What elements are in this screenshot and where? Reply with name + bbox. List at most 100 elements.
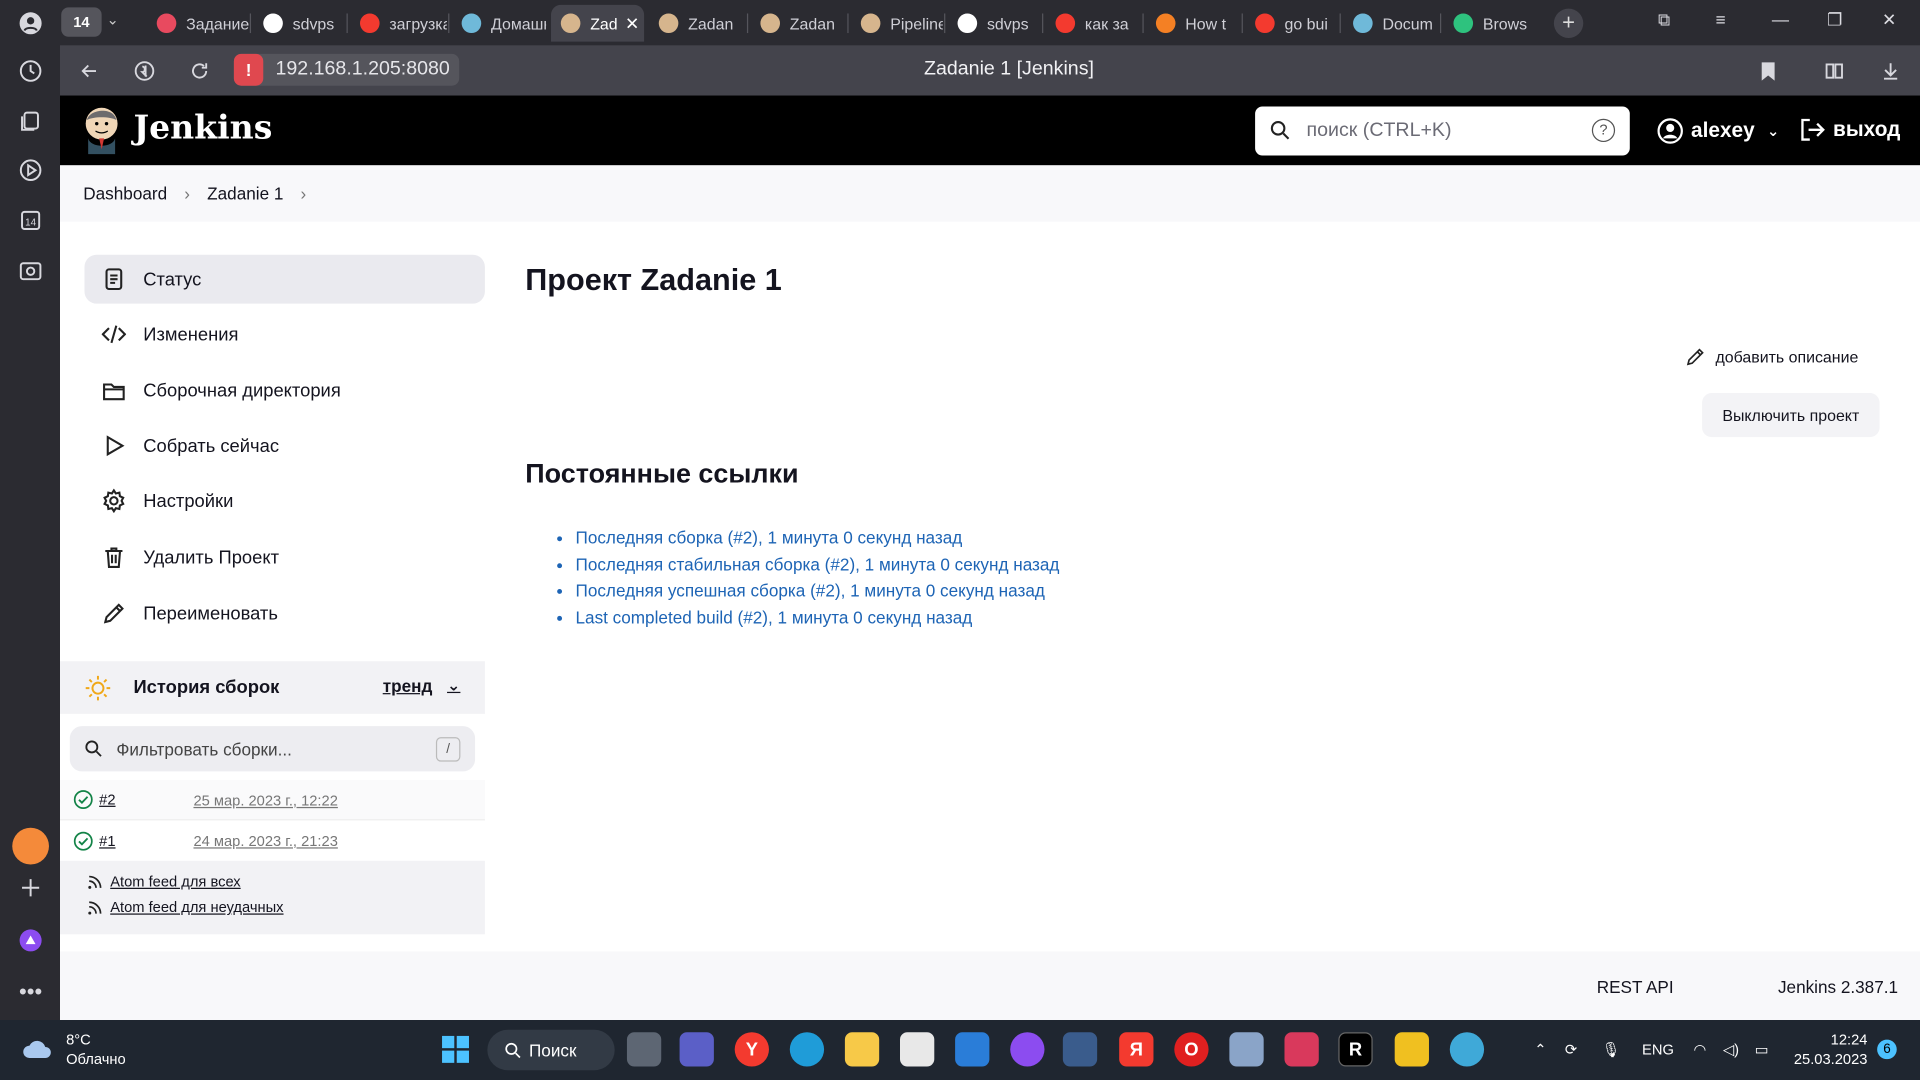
history-icon[interactable] (12, 53, 49, 90)
help-icon[interactable]: ? (1591, 118, 1616, 143)
permalink-last-successful[interactable]: Последняя успешная сборка (#2), 1 минута… (576, 580, 1045, 600)
trend-button[interactable]: тренд ⌄ (383, 676, 461, 696)
volume-icon[interactable]: ◁) (1723, 1041, 1739, 1058)
browser-tab[interactable]: Docum (1343, 5, 1439, 42)
alice-icon[interactable] (12, 922, 49, 959)
chevron-right-icon[interactable]: › (301, 184, 307, 204)
browser-tab[interactable]: go bui (1245, 5, 1338, 42)
sidebar-item-configure[interactable]: Настройки (84, 476, 484, 525)
browser-tab[interactable]: Домашнее (452, 5, 546, 42)
add-description-link[interactable]: добавить описание (1685, 347, 1858, 368)
close-tab-icon[interactable]: ✕ (625, 13, 639, 34)
browser-tab[interactable]: Pipeline (851, 5, 943, 42)
yandex-browser-icon[interactable]: Y (734, 1032, 769, 1067)
build-row[interactable]: #2 25 мар. 2023 г., 12:22 (60, 780, 485, 821)
breadcrumb-project[interactable]: Zadanie 1 (207, 184, 283, 204)
sidebar-item-build-now[interactable]: Собрать сейчас (84, 421, 484, 470)
build-date[interactable]: 25 мар. 2023 г., 12:22 (193, 792, 337, 809)
browser-tab[interactable]: Zadan (649, 5, 746, 42)
browser-tab[interactable]: Задание (147, 5, 249, 42)
browser-tab[interactable]: загрузка (350, 5, 447, 42)
more-icon[interactable]: ••• (12, 973, 49, 1010)
opera-icon[interactable]: O (1174, 1032, 1209, 1067)
browser-tab[interactable]: как за (1046, 5, 1142, 42)
calendar-icon[interactable]: 14 (12, 202, 49, 239)
jenkins-logo[interactable] (82, 105, 121, 155)
monitor-app-icon[interactable] (1229, 1032, 1264, 1067)
user-menu[interactable]: alexey ⌄ (1657, 118, 1779, 145)
sync-icon[interactable]: ⟳ (1565, 1041, 1577, 1058)
edge-icon[interactable] (789, 1032, 825, 1067)
mail-icon[interactable] (955, 1032, 990, 1067)
video-icon[interactable] (12, 152, 49, 189)
add-panel-icon[interactable] (12, 869, 49, 906)
remote-app-icon[interactable] (1284, 1032, 1319, 1067)
weather-widget[interactable]: 8°C Облачно (22, 1030, 126, 1069)
atom-feed-all-link[interactable]: Atom feed для всех (87, 873, 241, 890)
sidebar-item-workspace[interactable]: Сборочная директория (84, 366, 484, 415)
restore-button[interactable]: ❐ (1827, 10, 1842, 31)
windows-start-icon[interactable] (438, 1032, 472, 1066)
language-indicator[interactable]: ENG (1642, 1041, 1674, 1058)
sidebar-item-delete[interactable]: Удалить Проект (84, 533, 484, 582)
browser-tab[interactable]: Zad ✕ (551, 4, 645, 42)
search-icon (505, 1042, 521, 1058)
build-filter-input[interactable] (116, 738, 423, 759)
microphone-icon[interactable]: 🎙 (1602, 1041, 1621, 1058)
download-icon[interactable] (1877, 58, 1904, 85)
rider-icon[interactable]: R (1338, 1032, 1373, 1067)
sidebar-item-status[interactable]: Статус (84, 254, 485, 304)
reader-icon[interactable] (1821, 58, 1848, 85)
search-input[interactable] (1306, 120, 1576, 143)
taskbar-search[interactable]: Поиск (487, 1029, 615, 1071)
minimize-button[interactable]: — (1772, 10, 1789, 30)
tab-favicon-icon (1453, 13, 1474, 34)
browser-tab[interactable]: How t (1146, 5, 1240, 42)
mail-app-icon[interactable] (12, 827, 49, 865)
clock[interactable]: 12:24 25.03.2023 (1794, 1030, 1868, 1069)
browser-tab[interactable]: Brows (1444, 5, 1540, 42)
profile-icon[interactable] (12, 5, 49, 42)
jenkins-version-link[interactable]: Jenkins 2.387.1 (1778, 977, 1898, 997)
keepass-icon[interactable] (1394, 1032, 1429, 1067)
build-number[interactable]: #1 (99, 832, 115, 849)
screenshot-icon[interactable] (12, 252, 49, 289)
virtualbox-icon[interactable] (1062, 1032, 1098, 1067)
build-row[interactable]: #1 24 мар. 2023 г., 21:23 (60, 820, 485, 860)
sidebar-item-rename[interactable]: Переименовать (84, 589, 484, 638)
permalink-last-completed[interactable]: Last completed build (#2), 1 минута 0 се… (576, 607, 973, 627)
browser-tab[interactable]: sdvps (948, 5, 1041, 42)
collections-icon[interactable] (12, 103, 49, 140)
battery-icon[interactable]: ▭ (1755, 1041, 1769, 1058)
store-icon[interactable] (900, 1032, 935, 1067)
sidebar-item-changes[interactable]: Изменения (84, 310, 484, 359)
logout-button[interactable]: выход (1799, 118, 1900, 142)
close-window-button[interactable]: ✕ (1882, 10, 1896, 31)
bookmark-icon[interactable] (1755, 58, 1782, 85)
new-tab-button[interactable]: + (1553, 8, 1584, 38)
tab-count-badge[interactable]: 14 (61, 7, 102, 37)
notification-badge[interactable]: 6 (1877, 1039, 1897, 1060)
tab-list-chevron-icon[interactable]: ⌄ (107, 11, 119, 28)
task-view-icon[interactable] (626, 1032, 662, 1067)
rest-api-link[interactable]: REST API (1597, 977, 1674, 997)
teams-icon[interactable] (679, 1032, 714, 1067)
browser-tab[interactable]: Zadan (751, 5, 847, 42)
atom-feed-failed-link[interactable]: Atom feed для неудачных (87, 899, 284, 916)
permalink-last-build[interactable]: Последняя сборка (#2), 1 минута 0 секунд… (576, 528, 963, 548)
wifi-icon[interactable]: ◠ (1693, 1041, 1706, 1058)
permalink-last-stable[interactable]: Последняя стабильная сборка (#2), 1 мину… (576, 554, 1060, 574)
build-date[interactable]: 24 мар. 2023 г., 21:23 (193, 833, 337, 850)
globe-app-icon[interactable] (1449, 1032, 1485, 1067)
jenkins-brand[interactable]: Jenkins (133, 109, 272, 147)
disable-project-button[interactable]: Выключить проект (1702, 393, 1880, 438)
file-explorer-icon[interactable] (844, 1032, 880, 1067)
breadcrumb-dashboard[interactable]: Dashboard (83, 184, 167, 204)
tab-manager-icon[interactable]: ⧉ (1658, 10, 1670, 31)
menu-icon[interactable]: ≡ (1716, 10, 1726, 30)
tray-overflow-icon[interactable]: ⌃ (1534, 1041, 1546, 1058)
build-number[interactable]: #2 (99, 791, 115, 808)
browser-tab[interactable]: sdvps (253, 5, 345, 42)
alice-icon[interactable] (1010, 1032, 1045, 1067)
yandex-icon[interactable]: Я (1119, 1032, 1154, 1067)
